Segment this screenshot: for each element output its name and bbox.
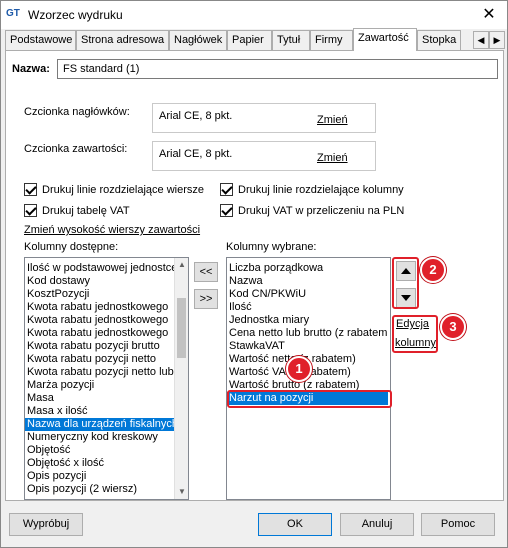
- row-lines-checkbox[interactable]: Drukuj linie rozdzielające wiersze: [24, 183, 204, 196]
- checkbox-checked-icon: [220, 204, 233, 217]
- list-item[interactable]: Liczba porządkowa: [227, 262, 388, 275]
- row-lines-label: Drukuj linie rozdzielające wiersze: [42, 183, 205, 196]
- checkbox-checked-icon: [24, 204, 37, 217]
- vat-table-label: Drukuj tabelę VAT: [42, 204, 130, 217]
- col-lines-label: Drukuj linie rozdzielające kolumny: [238, 183, 404, 196]
- tab-strip: Podstawowe Strona adresowa Nagłówek Papi…: [5, 28, 505, 51]
- row-height-link[interactable]: Zmień wysokość wierszy zawartości: [24, 224, 200, 236]
- tab-tytul[interactable]: Tytuł: [272, 30, 310, 50]
- list-item[interactable]: Kod dostawy: [25, 275, 175, 288]
- list-item[interactable]: Kwota rabatu pozycji brutto: [25, 340, 175, 353]
- remove-column-button[interactable]: <<: [194, 262, 218, 282]
- list-item[interactable]: Jednostka miary: [227, 314, 388, 327]
- selected-columns-label: Kolumny wybrane:: [226, 241, 317, 253]
- dialog-footer: Wypróbuj OK Anuluj Pomoc: [1, 502, 507, 547]
- available-columns-label: Kolumny dostępne:: [24, 241, 119, 253]
- list-item[interactable]: StawkaVAT: [227, 340, 388, 353]
- highlight-selected-item: [227, 390, 392, 408]
- list-item[interactable]: Masa: [25, 392, 175, 405]
- list-item[interactable]: Kod CN/PKWiU: [227, 288, 388, 301]
- header-font-change-link[interactable]: Zmień: [317, 114, 348, 126]
- list-item[interactable]: KosztPozycji: [25, 288, 175, 301]
- col-lines-checkbox[interactable]: Drukuj linie rozdzielające kolumny: [220, 183, 404, 196]
- list-item[interactable]: Opis pozycji (2 wiersz): [25, 483, 175, 496]
- content-font-value: Arial CE, 8 pkt.: [159, 148, 233, 160]
- scroll-down-icon[interactable]: ▼: [175, 485, 188, 499]
- vat-table-checkbox[interactable]: Drukuj tabelę VAT: [24, 204, 130, 217]
- content-font-box: Arial CE, 8 pkt. Zmień: [152, 141, 376, 171]
- header-font-value: Arial CE, 8 pkt.: [159, 110, 233, 122]
- tab-scroll-left-icon[interactable]: ◀: [473, 31, 489, 49]
- annotation-badge-2: 2: [420, 257, 446, 283]
- vat-pln-label: Drukuj VAT w przeliczeniu na PLN: [238, 204, 405, 217]
- print-template-dialog: GT Wzorzec wydruku ✕ Podstawowe Strona a…: [0, 0, 508, 548]
- list-item[interactable]: Objętość x ilość: [25, 457, 175, 470]
- tab-zawartosc[interactable]: Zawartość: [353, 28, 417, 51]
- list-item[interactable]: Marża pozycji: [25, 379, 175, 392]
- highlight-column-edit: [392, 315, 438, 353]
- list-item[interactable]: Objętość: [25, 444, 175, 457]
- tab-stopka[interactable]: Stopka: [417, 30, 461, 50]
- scroll-up-icon[interactable]: ▲: [175, 258, 188, 272]
- close-icon[interactable]: ✕: [479, 5, 499, 25]
- tab-scroll-arrows: ◀ ▶: [473, 31, 505, 49]
- vat-pln-checkbox[interactable]: Drukuj VAT w przeliczeniu na PLN: [220, 204, 404, 217]
- list-item[interactable]: Cena netto lub brutto (z rabatem: [227, 327, 388, 340]
- list-item[interactable]: Nazwa: [227, 275, 388, 288]
- selected-columns-list[interactable]: Liczba porządkowa Nazwa Kod CN/PKWiU Ilość J…: [226, 257, 391, 500]
- list-item[interactable]: Kwota rabatu jednostkowego: [25, 314, 175, 327]
- name-input[interactable]: FS standard (1): [57, 59, 498, 79]
- window-title: Wzorzec wydruku: [28, 8, 123, 22]
- add-column-button[interactable]: >>: [194, 289, 218, 309]
- annotation-badge-1: 1: [286, 356, 312, 382]
- available-columns-list[interactable]: Ilość w podstawowej jednostce Kod dostawy…: [24, 257, 189, 500]
- tab-scroll-right-icon[interactable]: ▶: [489, 31, 505, 49]
- annotation-badge-3: 3: [440, 314, 466, 340]
- title-bar: GT Wzorzec wydruku ✕: [1, 1, 507, 29]
- list-item[interactable]: Ilość: [227, 301, 388, 314]
- list-item[interactable]: Kwota rabatu jednostkowego: [25, 301, 175, 314]
- list-item[interactable]: Kwota rabatu jednostkowego: [25, 327, 175, 340]
- list-item[interactable]: Opis pozycji: [25, 470, 175, 483]
- tab-podstawowe[interactable]: Podstawowe: [5, 30, 76, 50]
- scroll-thumb[interactable]: [177, 298, 186, 358]
- list-item[interactable]: Masa x ilość: [25, 405, 175, 418]
- help-button[interactable]: Pomoc: [421, 513, 495, 536]
- content-font-label: Czcionka zawartości:: [24, 143, 128, 155]
- content-panel: Nazwa: FS standard (1) Czcionka nagłówkó…: [5, 50, 504, 501]
- tab-strona-adresowa[interactable]: Strona adresowa: [76, 30, 169, 50]
- highlight-reorder-buttons: [392, 257, 419, 309]
- header-font-box: Arial CE, 8 pkt. Zmień: [152, 103, 376, 133]
- tab-papier[interactable]: Papier: [227, 30, 272, 50]
- list-item[interactable]: Numeryczny kod kreskowy: [25, 431, 175, 444]
- list-item[interactable]: Nazwa dla urządzeń fiskalnych: [25, 418, 175, 431]
- header-font-label: Czcionka nagłówków:: [24, 106, 130, 118]
- list-item[interactable]: Ilość w podstawowej jednostce: [25, 262, 175, 275]
- content-font-change-link[interactable]: Zmień: [317, 152, 348, 164]
- list-item[interactable]: Kwota rabatu pozycji netto: [25, 353, 175, 366]
- available-scrollbar[interactable]: ▲ ▼: [174, 258, 188, 499]
- cancel-button[interactable]: Anuluj: [340, 513, 414, 536]
- ok-button[interactable]: OK: [258, 513, 332, 536]
- name-label: Nazwa:: [12, 63, 50, 75]
- preview-button[interactable]: Wypróbuj: [9, 513, 83, 536]
- list-item[interactable]: Kwota rabatu pozycji netto lub: [25, 366, 175, 379]
- tab-naglowek[interactable]: Nagłówek: [169, 30, 227, 50]
- checkbox-checked-icon: [220, 183, 233, 196]
- tab-firmy[interactable]: Firmy: [310, 30, 353, 50]
- checkbox-checked-icon: [24, 183, 37, 196]
- app-icon: GT: [6, 8, 20, 19]
